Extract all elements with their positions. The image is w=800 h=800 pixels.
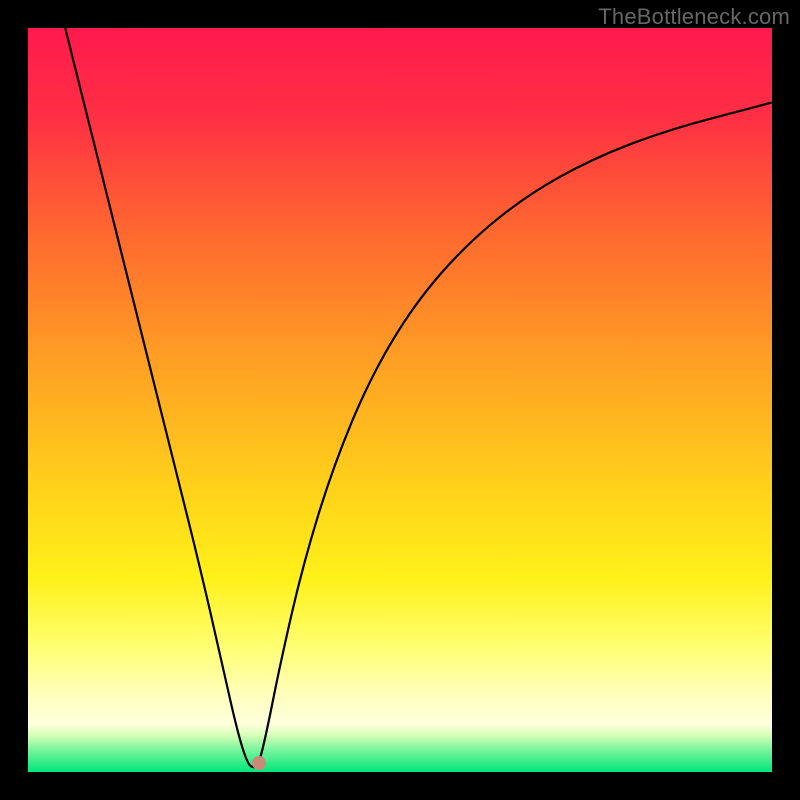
gradient-background [28,28,772,772]
plot-area [28,28,772,772]
chart-container: TheBottleneck.com [0,0,800,800]
watermark-text: TheBottleneck.com [598,4,790,30]
plot-frame [28,28,772,772]
minimum-marker [252,756,266,770]
